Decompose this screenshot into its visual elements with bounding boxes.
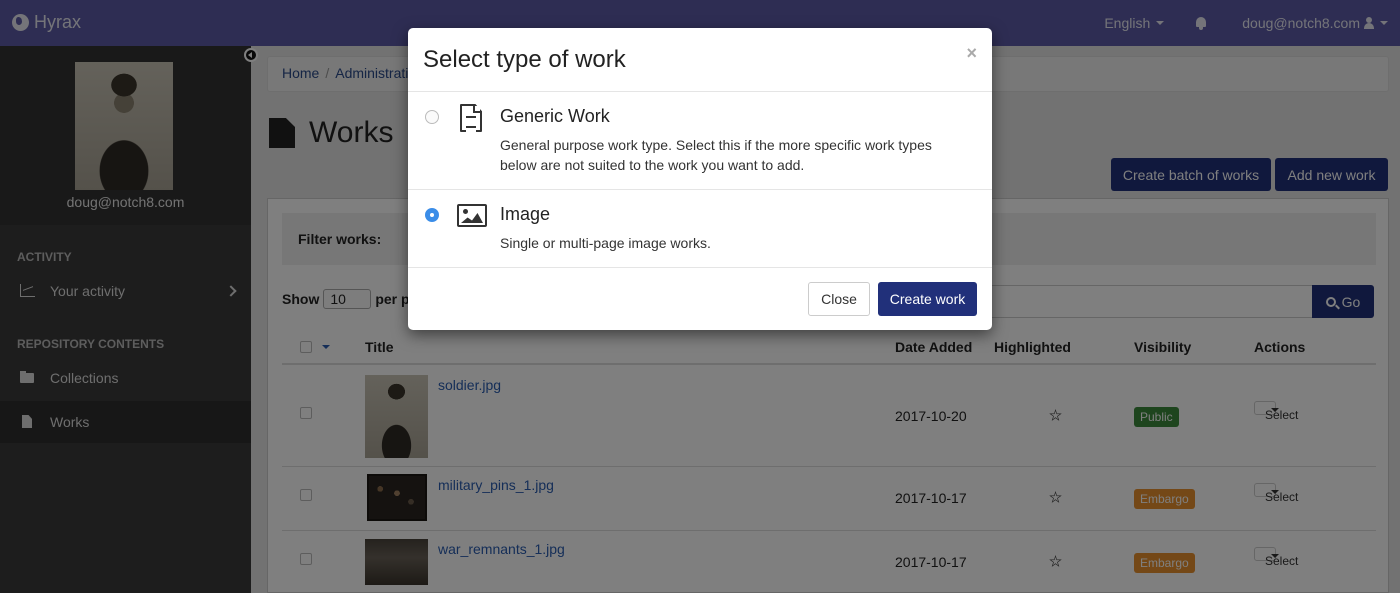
create-work-button[interactable]: Create work bbox=[878, 282, 977, 316]
modal-title: Select type of work bbox=[423, 46, 626, 73]
select-work-type-modal: Select type of work × Generic Work Gener… bbox=[408, 28, 992, 330]
modal-header: Select type of work × bbox=[408, 28, 992, 92]
file-text-icon bbox=[460, 104, 482, 132]
image-radio[interactable] bbox=[425, 208, 439, 222]
close-icon[interactable]: × bbox=[966, 44, 977, 62]
option-name: Generic Work bbox=[500, 106, 610, 126]
generic-work-radio[interactable] bbox=[425, 110, 439, 124]
option-description: Single or multi-page image works. bbox=[500, 235, 711, 251]
work-type-option-image[interactable]: Image Single or multi-page image works. bbox=[408, 190, 992, 268]
option-description: General purpose work type. Select this i… bbox=[500, 137, 932, 173]
close-button[interactable]: Close bbox=[808, 282, 870, 316]
option-name: Image bbox=[500, 204, 551, 224]
modal-footer: Close Create work bbox=[408, 268, 992, 330]
work-type-option-generic[interactable]: Generic Work General purpose work type. … bbox=[408, 92, 992, 190]
picture-icon bbox=[457, 204, 487, 227]
